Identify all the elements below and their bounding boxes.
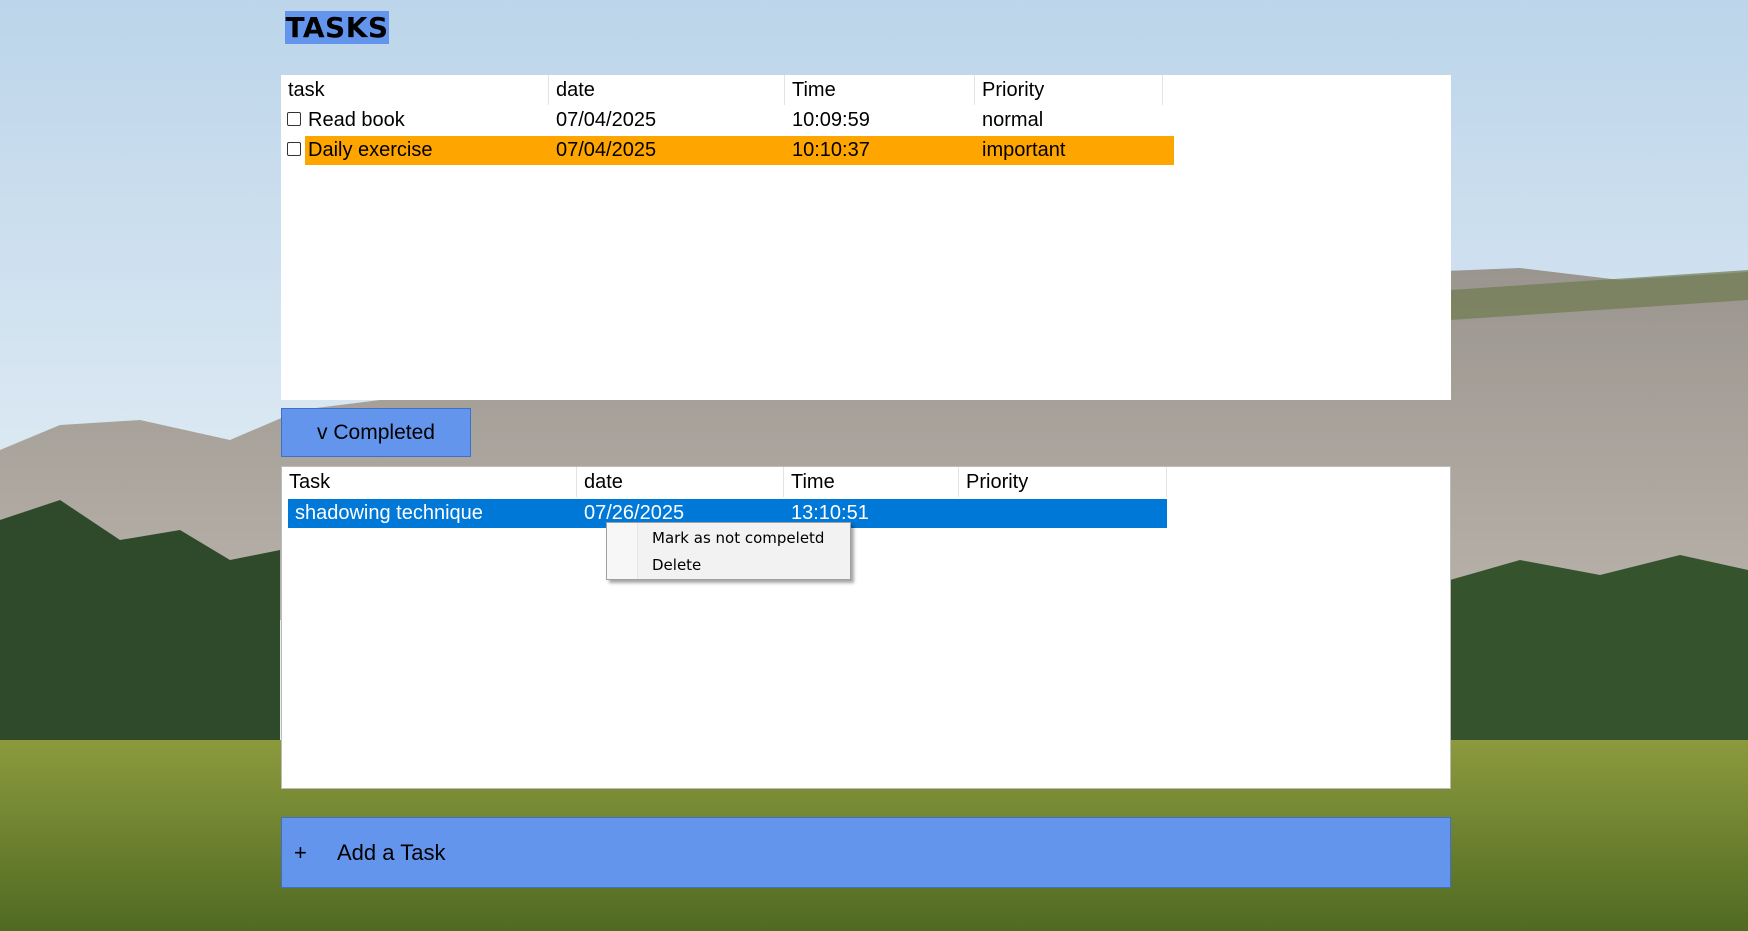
task-checkbox[interactable] xyxy=(287,112,301,126)
column-header-date[interactable]: date xyxy=(577,467,784,497)
task-name: Read book xyxy=(308,108,405,131)
task-date: 07/04/2025 xyxy=(556,138,657,161)
task-row[interactable]: Daily exercise 07/04/2025 10:10:37 impor… xyxy=(281,136,1451,165)
task-priority xyxy=(959,499,966,527)
task-checkbox[interactable] xyxy=(287,142,301,156)
column-header-time[interactable]: Time xyxy=(785,75,975,105)
column-header-task[interactable]: task xyxy=(281,75,549,105)
task-priority: important xyxy=(982,138,1066,161)
context-menu: Mark as not compeletd Delete xyxy=(606,522,851,580)
task-date: 07/04/2025 xyxy=(556,108,657,131)
completed-toggle-button[interactable]: v Completed xyxy=(281,408,471,457)
column-header-time[interactable]: Time xyxy=(784,467,959,497)
column-header-priority[interactable]: Priority xyxy=(975,75,1163,105)
task-time: 10:10:37 xyxy=(792,138,870,161)
context-menu-icon-strip xyxy=(607,523,638,579)
delete-menu-item[interactable]: Delete xyxy=(652,552,701,578)
task-time: 10:09:59 xyxy=(792,108,870,131)
task-name: Daily exercise xyxy=(308,138,433,161)
completed-list[interactable]: Task date Time Priority shadowing techni… xyxy=(281,466,1451,789)
page-title: TASKS xyxy=(285,11,389,44)
column-header-task[interactable]: Task xyxy=(282,467,577,497)
task-priority: normal xyxy=(982,108,1044,131)
column-header-date[interactable]: date xyxy=(549,75,785,105)
add-task-button[interactable]: + Add a Task xyxy=(281,817,1451,888)
column-header-priority[interactable]: Priority xyxy=(959,467,1167,497)
add-task-label: Add a Task xyxy=(337,839,446,865)
task-row[interactable]: Read book 07/04/2025 10:09:59 normal xyxy=(281,106,1451,134)
plus-icon: + xyxy=(294,839,307,865)
mark-not-completed-menu-item[interactable]: Mark as not compeletd xyxy=(652,525,824,551)
task-name: shadowing technique xyxy=(295,501,483,524)
tasks-list[interactable]: task date Time Priority Read book 07/04/… xyxy=(281,75,1451,400)
